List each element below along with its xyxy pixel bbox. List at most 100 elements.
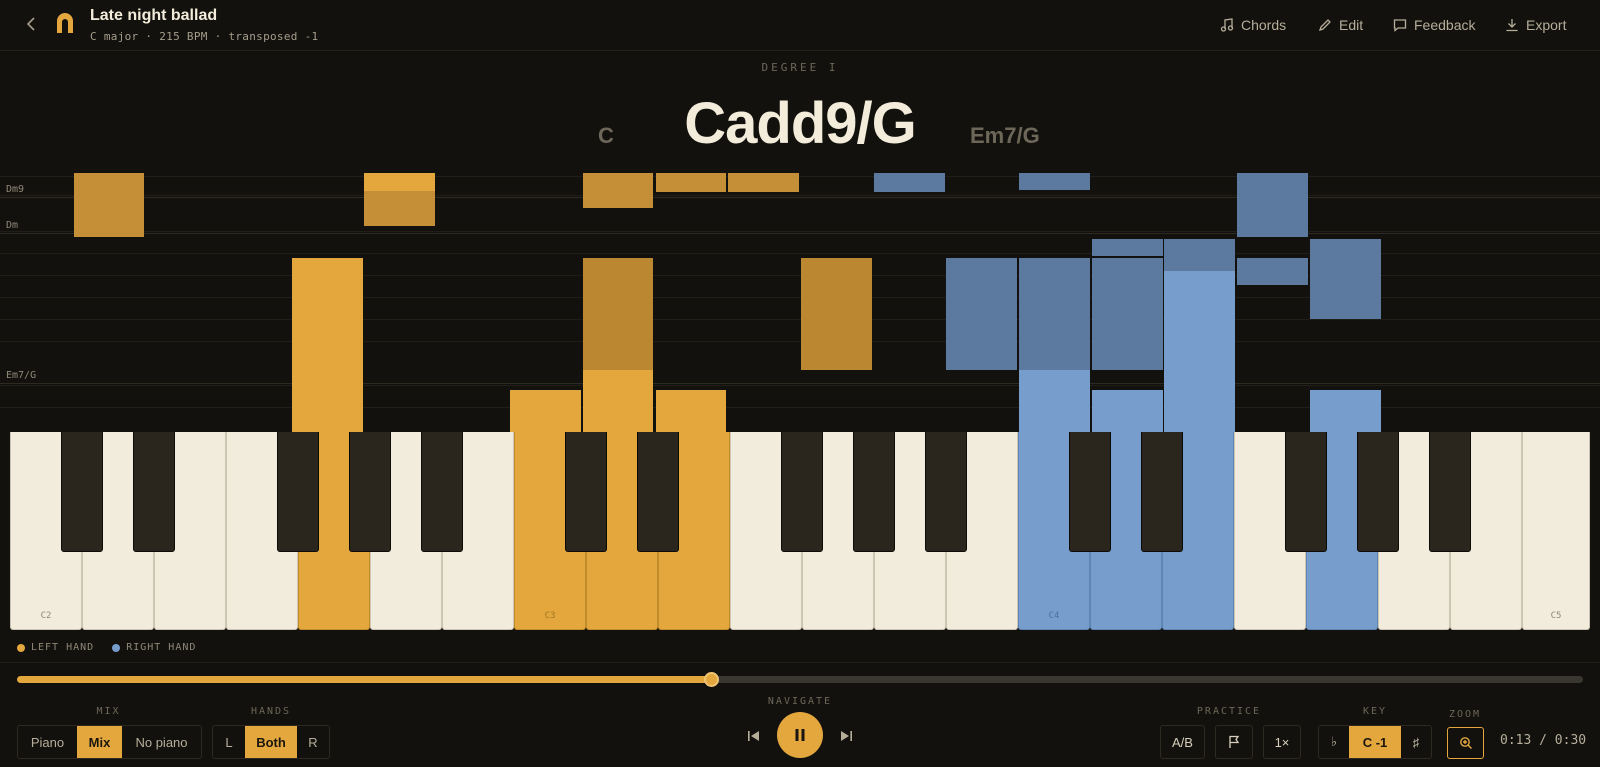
left-hand-note: [656, 173, 726, 192]
flag-icon: [1229, 735, 1240, 748]
song-subtitle: C major · 215 BPM · transposed -1: [90, 30, 319, 43]
left-hand-note: [801, 258, 872, 370]
key-label-c4: C4: [1048, 611, 1060, 621]
black-key[interactable]: [781, 432, 823, 552]
playback-progress-bar[interactable]: [17, 672, 1583, 687]
mix-selector: Piano Mix No piano: [17, 725, 202, 759]
roll-gridline: [0, 319, 1600, 320]
app-logo-icon: [57, 13, 73, 33]
right-hand-note: [1092, 239, 1163, 256]
roll-gridline: [0, 341, 1600, 342]
practice-marker-button[interactable]: [1215, 725, 1253, 759]
back-arrow-icon[interactable]: [22, 14, 42, 34]
navigate-label: NAVIGATE: [767, 696, 833, 707]
right-hand-note: [1310, 390, 1381, 432]
left-hand-note: [583, 258, 653, 370]
black-key[interactable]: [565, 432, 607, 552]
legend-right-label: RIGHT HAND: [126, 642, 197, 653]
left-hand-note: [364, 191, 435, 226]
black-key[interactable]: [1357, 432, 1399, 552]
progress-fill: [17, 676, 711, 683]
mix-option-piano[interactable]: Piano: [18, 726, 77, 758]
right-hand-note: [1019, 173, 1090, 190]
ab-loop-button[interactable]: A/B: [1160, 725, 1205, 759]
chords-label: Chords: [1241, 17, 1287, 33]
edit-button[interactable]: Edit: [1318, 15, 1363, 35]
right-hand-note: [1092, 390, 1163, 432]
black-key[interactable]: [1429, 432, 1471, 552]
legend-left-hand: LEFT HAND: [17, 642, 94, 653]
hands-selector: L Both R: [212, 725, 330, 759]
chord-marker-em7g: Em7/G: [6, 370, 37, 381]
song-title: Late night ballad: [90, 7, 218, 24]
left-hand-note: [583, 173, 653, 208]
chord-marker-line: [0, 233, 1600, 234]
black-key[interactable]: [1285, 432, 1327, 552]
feedback-label: Feedback: [1414, 17, 1476, 33]
black-key[interactable]: [925, 432, 967, 552]
right-hand-note: [1164, 271, 1235, 432]
chords-button[interactable]: Chords: [1220, 15, 1286, 35]
divider: [0, 662, 1600, 663]
music-note-icon: [1220, 18, 1234, 32]
roll-gridline: [0, 385, 1600, 386]
export-label: Export: [1526, 17, 1567, 33]
progress-handle[interactable]: [703, 672, 719, 687]
left-hand-note: [510, 390, 581, 432]
left-hand-note: [656, 390, 726, 432]
pencil-icon: [1318, 19, 1331, 32]
right-hand-note: [1019, 258, 1090, 370]
practice-label: PRACTICE: [1196, 706, 1262, 717]
right-hand-note: [874, 173, 945, 192]
legend-right-hand: RIGHT HAND: [112, 642, 196, 653]
key-label: KEY: [1362, 706, 1388, 717]
left-hand-note: [74, 173, 144, 237]
piano-roll: Dm9 Dm Em7/G: [0, 170, 1600, 432]
black-key[interactable]: [1141, 432, 1183, 552]
black-key[interactable]: [61, 432, 103, 552]
right-hand-note: [1164, 239, 1235, 271]
previous-chord: C: [598, 123, 614, 148]
black-key[interactable]: [853, 432, 895, 552]
key-sharp-button[interactable]: ♯: [1401, 726, 1431, 758]
export-button[interactable]: Export: [1505, 15, 1566, 35]
mix-option-mix[interactable]: Mix: [77, 726, 122, 758]
pause-button[interactable]: [777, 712, 823, 758]
white-key-c5[interactable]: C5: [1522, 432, 1590, 630]
hands-option-right[interactable]: R: [297, 726, 329, 758]
playback-time: 0:13 / 0:30: [1500, 733, 1587, 748]
chord-marker-line: [0, 197, 1600, 198]
key-label-c2: C2: [40, 611, 52, 621]
right-hand-note: [1092, 258, 1163, 370]
skip-back-icon[interactable]: [746, 728, 762, 744]
black-key[interactable]: [421, 432, 463, 552]
hands-option-both[interactable]: Both: [245, 726, 297, 758]
black-key[interactable]: [133, 432, 175, 552]
mix-option-no-piano[interactable]: No piano: [122, 726, 201, 758]
chord-marker-dm9: Dm9: [6, 184, 25, 195]
key-label-c5: C5: [1550, 611, 1562, 621]
key-value: C -1: [1349, 726, 1401, 758]
key-flat-button[interactable]: ♭: [1319, 726, 1349, 758]
black-key[interactable]: [349, 432, 391, 552]
right-hand-note: [1019, 370, 1090, 432]
zoom-in-button[interactable]: [1447, 727, 1484, 759]
roll-gridline: [0, 195, 1600, 196]
zoom-label: ZOOM: [1448, 709, 1482, 720]
right-hand-dot-icon: [112, 643, 121, 652]
hand-legend: LEFT HAND RIGHT HAND: [17, 642, 196, 653]
speed-button[interactable]: 1×: [1263, 725, 1301, 759]
black-key[interactable]: [637, 432, 679, 552]
next-chord: Em7/G: [970, 123, 1040, 148]
right-hand-note: [1310, 239, 1381, 319]
black-key[interactable]: [277, 432, 319, 552]
right-hand-note: [946, 258, 1017, 370]
hands-option-left[interactable]: L: [213, 726, 245, 758]
left-hand-note: [583, 370, 653, 432]
skip-forward-icon[interactable]: [838, 728, 854, 744]
roll-gridline: [0, 231, 1600, 232]
black-key[interactable]: [1069, 432, 1111, 552]
feedback-button[interactable]: Feedback: [1393, 15, 1475, 35]
mix-label: MIX: [96, 706, 121, 717]
chord-marker-dm: Dm: [6, 220, 19, 231]
